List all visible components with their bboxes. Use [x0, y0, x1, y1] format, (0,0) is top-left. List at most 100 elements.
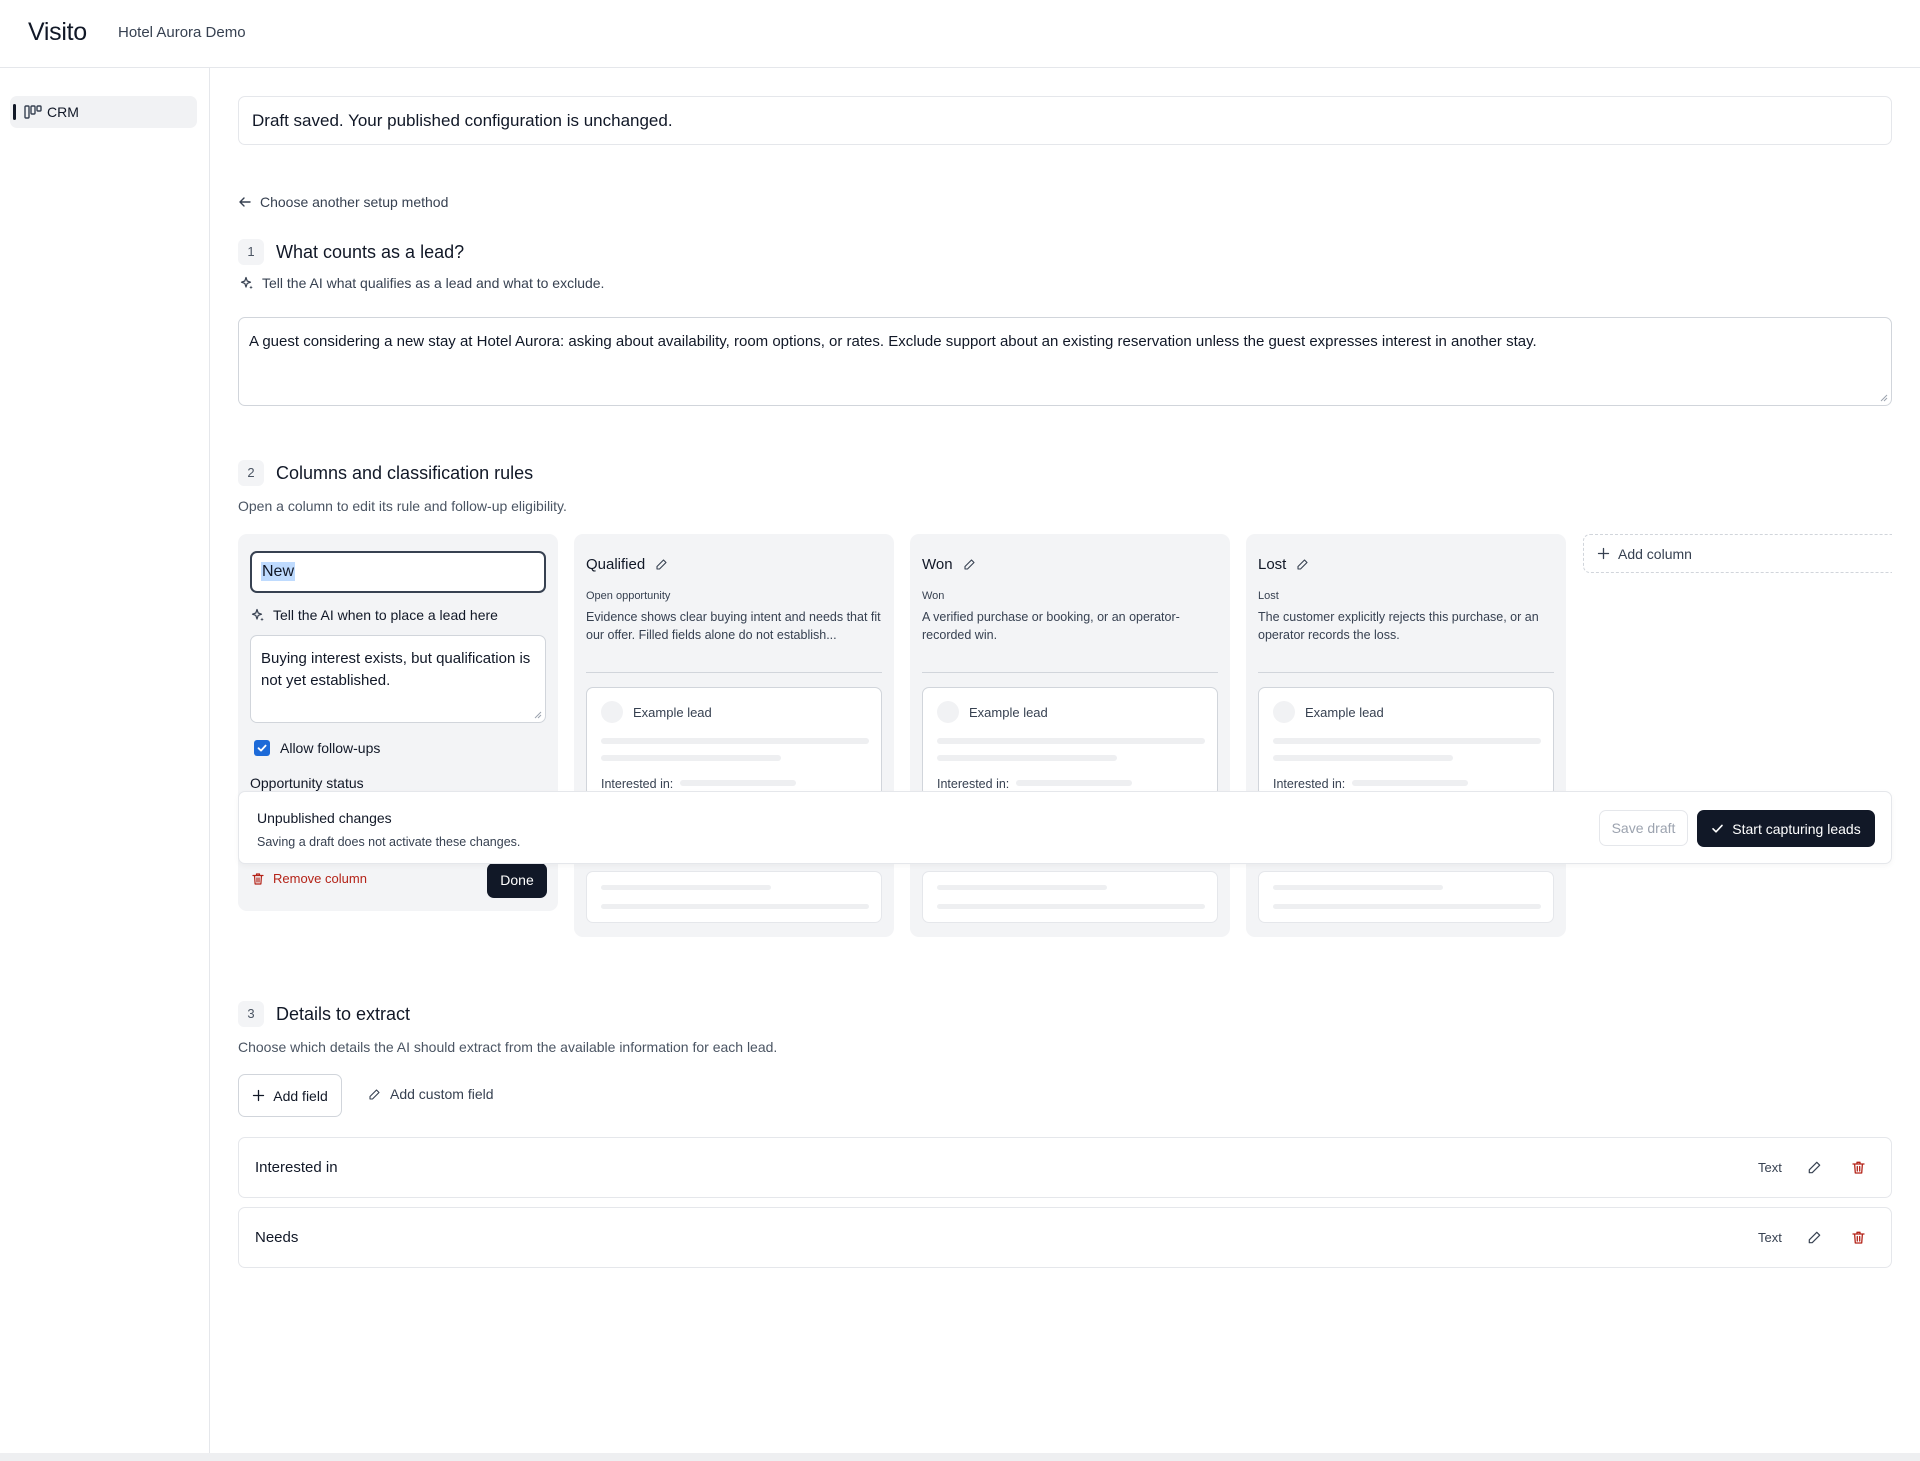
column-status-tag: Lost — [1258, 590, 1279, 602]
column-qualified[interactable]: Qualified Open opportunity Evidence show… — [574, 534, 894, 937]
section-number: 3 — [238, 1001, 264, 1027]
lead-definition-textarea[interactable]: A guest considering a new stay at Hotel … — [238, 317, 1892, 406]
skeleton-line — [1273, 885, 1443, 890]
column-description: Evidence shows clear buying intent and n… — [586, 610, 881, 642]
sparkle-icon — [251, 608, 264, 622]
column-header[interactable]: Lost — [1258, 556, 1309, 573]
skeleton-line — [601, 755, 781, 761]
unpublished-changes-bar: Unpublished changes Saving a draft does … — [238, 791, 1892, 864]
sidebar: CRM — [0, 68, 210, 1453]
column-description: The customer explicitly rejects this pur… — [1258, 610, 1539, 642]
column-won[interactable]: Won Won A verified purchase or booking, … — [910, 534, 1230, 937]
lead-name: Example lead — [633, 705, 712, 720]
divider — [586, 672, 882, 673]
sidebar-item-crm[interactable]: CRM — [10, 96, 197, 128]
pencil-icon[interactable] — [1807, 1230, 1822, 1245]
avatar — [601, 701, 623, 723]
start-button-label: Start capturing leads — [1732, 820, 1861, 837]
add-custom-field-label: Add custom field — [390, 1086, 494, 1102]
choose-setup-method-link[interactable]: Choose another setup method — [238, 192, 448, 212]
column-rule-textarea[interactable]: Buying interest exists, but qualificatio… — [250, 635, 546, 723]
add-field-label: Add field — [273, 1087, 328, 1104]
avatar — [1273, 701, 1295, 723]
pencil-icon[interactable] — [1296, 558, 1309, 571]
pencil-icon — [369, 1088, 380, 1100]
placeholder-lead-card — [1258, 871, 1554, 923]
add-column-button[interactable]: Add column — [1583, 534, 1892, 573]
field-row: Interested in Text — [238, 1137, 1892, 1198]
lead-name: Example lead — [1305, 705, 1384, 720]
arrow-left-icon — [239, 197, 251, 207]
field-row: Needs Text — [238, 1207, 1892, 1268]
interested-in-label: Interested in: — [601, 777, 674, 791]
page-bottom-strip — [0, 1453, 1920, 1461]
plus-icon — [253, 1089, 265, 1102]
check-icon — [1712, 824, 1724, 833]
add-custom-field-button[interactable]: Add custom field — [368, 1086, 494, 1102]
section-number: 2 — [238, 460, 264, 486]
skeleton-line — [937, 738, 1205, 744]
avatar — [937, 701, 959, 723]
active-indicator — [13, 104, 16, 120]
brand-logo[interactable]: Visito — [28, 18, 87, 47]
unpublished-title: Unpublished changes — [257, 810, 392, 826]
section-subtitle: Choose which details the AI should extra… — [238, 1039, 778, 1055]
sidebar-item-label: CRM — [47, 104, 79, 120]
hint-text: Tell the AI when to place a lead here — [273, 607, 498, 623]
lead-name: Example lead — [969, 705, 1048, 720]
column-title: Qualified — [586, 556, 646, 573]
placeholder-lead-card — [922, 871, 1218, 923]
skeleton-line — [680, 780, 796, 786]
notice-text: Draft saved. Your published configuratio… — [252, 111, 673, 130]
skeleton-line — [1273, 738, 1541, 744]
placeholder-lead-card — [586, 871, 882, 923]
pencil-icon[interactable] — [1807, 1160, 1822, 1175]
section-number: 1 — [238, 239, 264, 265]
trash-icon — [252, 872, 264, 885]
done-button[interactable]: Done — [487, 863, 547, 898]
crm-icon — [24, 105, 42, 119]
top-header: Visito Hotel Aurora Demo — [0, 0, 1920, 68]
checkbox-checked-icon[interactable] — [254, 740, 270, 756]
example-lead-card: Example lead Interested in: — [586, 687, 882, 797]
skeleton-line — [601, 738, 869, 744]
example-lead-card: Example lead Interested in: — [1258, 687, 1554, 797]
ai-hint: Tell the AI what qualifies as a lead and… — [240, 275, 604, 291]
section-title: Details to extract — [276, 1004, 411, 1024]
skeleton-line — [1273, 755, 1453, 761]
skeleton-line — [601, 904, 869, 909]
resize-handle-icon[interactable] — [1879, 393, 1888, 402]
skeleton-line — [1352, 780, 1468, 786]
pencil-icon[interactable] — [963, 558, 976, 571]
resize-handle-icon[interactable] — [533, 710, 542, 719]
plus-icon — [1597, 547, 1610, 560]
add-column-label: Add column — [1618, 545, 1692, 562]
column-rule-text: Buying interest exists, but qualificatio… — [261, 650, 531, 689]
section-title: What counts as a lead? — [276, 242, 465, 262]
sparkle-icon — [240, 276, 253, 290]
column-name-input[interactable]: New — [250, 551, 546, 593]
workspace-name[interactable]: Hotel Aurora Demo — [118, 24, 246, 41]
pencil-icon[interactable] — [655, 558, 668, 571]
checkbox-label: Allow follow-ups — [280, 740, 381, 756]
column-name-value: New — [261, 562, 296, 581]
column-title: Lost — [1258, 556, 1287, 573]
column-lost[interactable]: Lost Lost The customer explicitly reject… — [1246, 534, 1566, 937]
skeleton-line — [937, 885, 1107, 890]
save-draft-button[interactable]: Save draft — [1599, 810, 1688, 846]
add-field-button[interactable]: Add field — [238, 1074, 342, 1117]
skeleton-line — [1273, 904, 1541, 909]
opportunity-status-label: Opportunity status — [250, 775, 364, 791]
column-rule-hint: Tell the AI when to place a lead here — [251, 607, 498, 623]
trash-icon[interactable] — [1851, 1160, 1866, 1175]
column-header[interactable]: Won — [922, 556, 976, 573]
skeleton-line — [1016, 780, 1132, 786]
divider — [922, 672, 1218, 673]
field-name: Needs — [255, 1229, 299, 1246]
hint-text: Tell the AI what qualifies as a lead and… — [262, 275, 605, 291]
remove-column-button[interactable]: Remove column — [251, 871, 367, 886]
start-capturing-leads-button[interactable]: Start capturing leads — [1697, 810, 1875, 847]
allow-followups-checkbox[interactable]: Allow follow-ups — [254, 740, 380, 756]
column-header[interactable]: Qualified — [586, 556, 668, 573]
trash-icon[interactable] — [1851, 1230, 1866, 1245]
